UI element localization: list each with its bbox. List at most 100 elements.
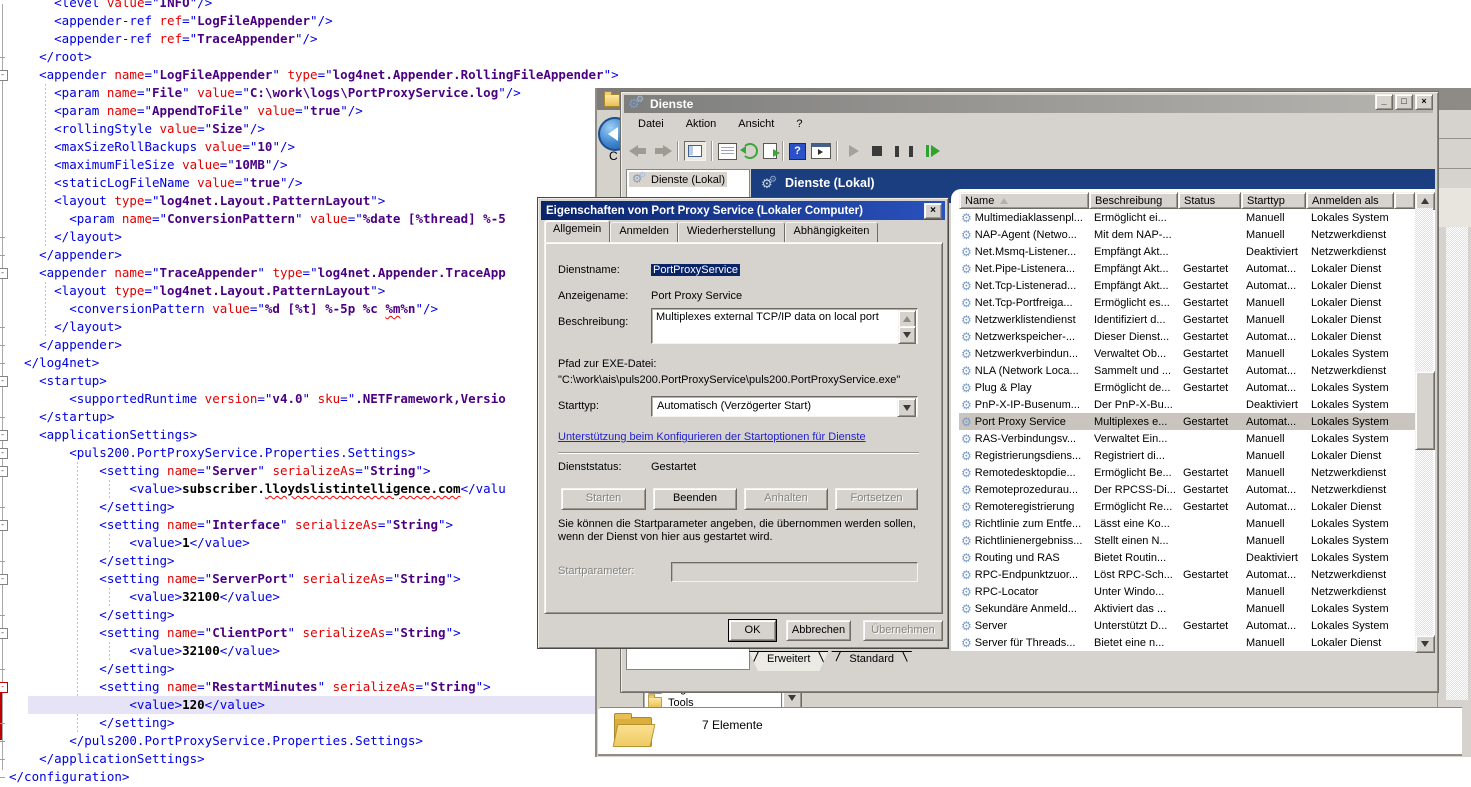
services-title-bar[interactable]: ⚙⚙ Dienste (624, 95, 1433, 113)
table-row[interactable]: ⚙RemoteregistrierungErmöglicht Re...Gest… (959, 498, 1415, 515)
code-line: <setting name="ClientPort" serializeAs="… (9, 624, 619, 642)
view-tab-standard[interactable]: Standard (831, 651, 912, 671)
scroll-down-button[interactable] (1415, 635, 1435, 653)
apply-button[interactable]: Übernehmen (863, 620, 943, 641)
cell-beschreibung: Bietet eine n... (1089, 637, 1178, 649)
table-row[interactable]: ⚙RAS-Verbindungsv...Verwaltet Ein...Manu… (959, 430, 1415, 447)
fold-toggle-icon[interactable]: - (0, 466, 8, 477)
fold-toggle-icon[interactable]: - (0, 430, 8, 441)
table-row[interactable]: ⚙Routing und RASBietet Routin...Deaktivi… (959, 549, 1415, 566)
properties-icon[interactable] (718, 143, 737, 160)
table-row[interactable]: ⚙Net.Msmq-Listener...Empfängt Akt...Deak… (959, 243, 1415, 260)
table-scrollbar[interactable] (1415, 192, 1433, 651)
fold-toggle-icon[interactable]: - (0, 520, 8, 531)
minimize-button[interactable]: _ (1375, 94, 1393, 110)
table-row[interactable]: ⚙Multimediaklassenpl...Ermöglicht ei...M… (959, 209, 1415, 226)
cell-beschreibung: Empfängt Akt... (1089, 246, 1178, 258)
show-tree-icon[interactable] (684, 141, 706, 161)
help-icon[interactable]: ? (789, 143, 806, 160)
dialog-title-bar[interactable]: Eigenschaften von Port Proxy Service (Lo… (541, 201, 945, 220)
tree-item-dienste-lokal[interactable]: ⚙⚙ Dienste (Lokal) (629, 172, 727, 187)
table-row[interactable]: ⚙RPC-LocatorUnter Windo...ManuellNetzwer… (959, 583, 1415, 600)
column-header-beschreibung[interactable]: Beschreibung (1089, 192, 1178, 209)
fold-toggle-icon[interactable]: - (0, 70, 8, 81)
close-button[interactable]: × (1415, 94, 1433, 110)
service-gear-icon: ⚙ (961, 398, 972, 412)
close-icon[interactable]: × (924, 203, 942, 219)
pause-icon[interactable] (895, 146, 913, 157)
table-row[interactable]: ⚙NAP-Agent (Netwo...Mit dem NAP-...Manue… (959, 226, 1415, 243)
table-row[interactable]: ⚙NetzwerklistendienstIdentifiziert d...G… (959, 311, 1415, 328)
table-row[interactable]: ⚙Netzwerkspeicher-...Dieser Dienst...Ges… (959, 328, 1415, 345)
anhalten-button[interactable]: Anhalten (744, 488, 828, 510)
table-row[interactable]: ⚙Net.Tcp-Portfreiga...Ermöglicht es...Ge… (959, 294, 1415, 311)
cancel-button[interactable]: Abbrechen (786, 620, 851, 641)
export-icon[interactable] (763, 143, 777, 159)
restart-icon[interactable] (926, 145, 940, 157)
ok-button[interactable]: OK (729, 620, 776, 641)
table-row[interactable]: ⚙Netzwerkverbindun...Verwaltet Ob...Gest… (959, 345, 1415, 362)
menu-aktion[interactable]: Aktion (675, 116, 728, 134)
table-row[interactable]: ⚙Remoteprozedurau...Der RPCSS-Di...Gesta… (959, 481, 1415, 498)
table-row[interactable]: ⚙Richtlinienergebniss...Stellt einen N..… (959, 532, 1415, 549)
scrollbar-thumb[interactable] (1415, 371, 1435, 450)
tab-wiederherstellung[interactable]: Wiederherstellung (678, 222, 785, 243)
chevron-down-icon[interactable] (897, 398, 916, 417)
table-row[interactable]: ⚙Net.Tcp-Listenerad...Empfängt Akt...Ges… (959, 277, 1415, 294)
table-row[interactable]: ⚙NLA (Network Loca...Sammelt und ...Gest… (959, 362, 1415, 379)
tab-allgemein[interactable]: Allgemein (544, 220, 610, 244)
table-row[interactable]: ⚙Net.Pipe-Listenera...Empfängt Akt...Ges… (959, 260, 1415, 277)
column-header-status[interactable]: Status (1178, 192, 1241, 209)
view-tab-erweitert[interactable]: Erweitert (749, 651, 828, 671)
pfad-label: Pfad zur EXE-Datei: (558, 358, 656, 370)
cell-name: ⚙Remoteprozedurau... (959, 483, 1089, 497)
code-line: </setting> (9, 714, 619, 732)
fortsetzen-button[interactable]: Fortsetzen (835, 488, 918, 510)
menu-datei[interactable]: Datei (627, 116, 675, 134)
column-header-name[interactable]: Name (959, 192, 1089, 209)
tab-anmelden[interactable]: Anmelden (610, 222, 678, 243)
table-row[interactable]: ⚙Registrierungsdiens...Registriert di...… (959, 447, 1415, 464)
play-icon[interactable] (849, 145, 859, 157)
table-row[interactable]: ⚙Richtlinie zum Entfe...Lässt eine Ko...… (959, 515, 1415, 532)
explorer-scrollbar-track[interactable] (1446, 227, 1468, 700)
table-row[interactable]: ⚙ServerUnterstützt D...GestartetAutomat.… (959, 617, 1415, 634)
table-row[interactable]: ⚙Sekundäre Anmeld...Aktiviert das ...Man… (959, 600, 1415, 617)
startoptionen-link[interactable]: Unterstützung beim Konfigurieren der Sta… (558, 431, 866, 443)
beschreibung-field[interactable]: Multiplexes external TCP/IP data on loca… (651, 308, 918, 344)
refresh-icon[interactable] (742, 143, 758, 159)
table-row[interactable]: ⚙Server für Threads...Bietet eine n...Ma… (959, 634, 1415, 651)
table-row[interactable]: ⚙PnP-X-IP-Busenum...Der PnP-X-Bu...Deakt… (959, 396, 1415, 413)
stop-icon[interactable] (872, 146, 882, 156)
menu-hilfe[interactable]: ? (785, 116, 813, 134)
fold-toggle-icon[interactable]: - (0, 268, 8, 279)
table-row[interactable]: ⚙Plug & PlayErmöglicht de...GestartetAut… (959, 379, 1415, 396)
big-folder-icon (614, 713, 652, 746)
forward-icon[interactable] (653, 145, 672, 157)
cell-starttyp: Manuell (1241, 297, 1306, 309)
starttyp-select[interactable]: Automatisch (Verzögerter Start) (651, 396, 918, 417)
extended-view-icon[interactable] (811, 143, 831, 159)
scroll-down-button[interactable] (898, 326, 916, 344)
starten-button[interactable]: Starten (561, 488, 646, 510)
fold-toggle-icon[interactable]: - (0, 628, 8, 639)
back-icon[interactable] (629, 145, 648, 157)
fold-toggle-icon[interactable]: - (0, 574, 8, 585)
beenden-button[interactable]: Beenden (653, 488, 737, 510)
menu-ansicht[interactable]: Ansicht (727, 116, 785, 134)
table-row[interactable]: ⚙Remotedesktopdie...Ermöglicht Be...Gest… (959, 464, 1415, 481)
explorer-status-bar: 7 Elemente (598, 709, 1462, 754)
service-gear-icon: ⚙ (961, 585, 972, 599)
tab-abh-ngigkeiten[interactable]: Abhängigkeiten (785, 222, 879, 243)
table-row[interactable]: ⚙Port Proxy ServiceMultiplexes e...Gesta… (959, 413, 1415, 430)
fold-toggle-icon[interactable]: - (0, 448, 8, 459)
table-row[interactable]: ⚙RPC-Endpunktzuor...Löst RPC-Sch...Gesta… (959, 566, 1415, 583)
cell-starttyp: Automat... (1241, 416, 1306, 428)
startparameter-input[interactable] (671, 562, 918, 582)
cell-name: ⚙Netzwerkverbindun... (959, 347, 1089, 361)
column-header-starttyp[interactable]: Starttyp (1241, 192, 1306, 209)
column-header-anmelden-als[interactable]: Anmelden als (1306, 192, 1394, 209)
maximize-button[interactable]: □ (1395, 94, 1413, 110)
cell-anmelden-als: Lokales System (1306, 212, 1394, 224)
fold-toggle-icon[interactable]: - (0, 376, 8, 387)
